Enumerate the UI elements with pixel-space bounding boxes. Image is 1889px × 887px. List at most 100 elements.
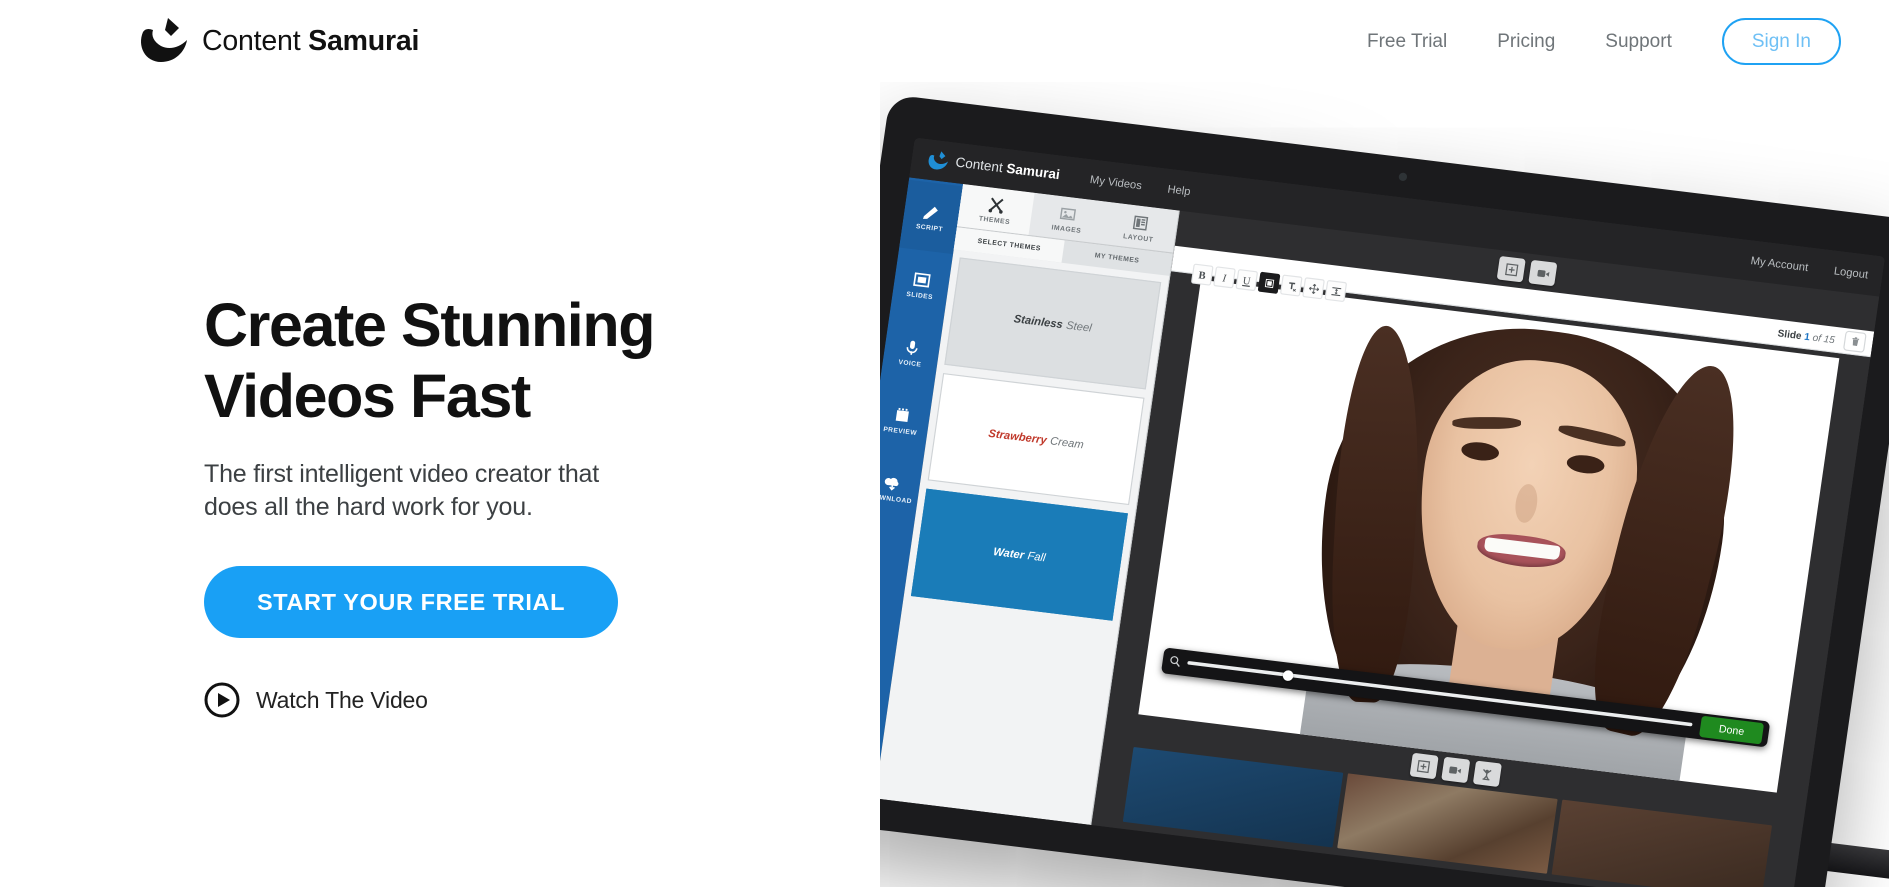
sidebar-label-script: SCRIPT [915, 222, 944, 234]
line-height-icon [1330, 286, 1341, 296]
video-camera-icon [1449, 765, 1462, 774]
app-logo[interactable]: Content Samurai [925, 149, 1061, 186]
pencil-icon [923, 206, 938, 219]
logo-word-bold: Samurai [308, 24, 420, 57]
app-screen: Content Samurai My Videos Help My Accoun… [880, 137, 1885, 887]
samurai-swoosh-icon [928, 151, 949, 170]
nav-pricing[interactable]: Pricing [1497, 32, 1555, 51]
editor-stage: Slide 1 of 15 B I U Done [1091, 210, 1880, 887]
headline-line-2: Videos Fast [204, 361, 531, 430]
eyebrow-left [1452, 416, 1521, 428]
theme-word-2: Cream [1049, 434, 1085, 452]
sidebar-label-download: DOWNLOAD [880, 492, 913, 506]
slide-canvas-area: B I U Done [1107, 263, 1871, 797]
italic-button[interactable]: I [1213, 266, 1236, 289]
add-image-button[interactable] [1496, 255, 1526, 283]
page-title: Create Stunning Videos Fast [204, 290, 824, 432]
text-color-icon [1264, 278, 1274, 288]
watch-video-link[interactable]: Watch The Video [204, 682, 824, 718]
slide-number: 1 [1803, 329, 1811, 343]
move-icon [1308, 283, 1319, 294]
theme-word-2: Fall [1026, 549, 1047, 565]
tab-label-themes: THEMES [978, 215, 1011, 227]
slides-grid-icon [913, 271, 931, 288]
magnifier-icon [1169, 656, 1180, 668]
tab-label-images: IMAGES [1050, 224, 1082, 236]
video-camera-icon [1536, 269, 1549, 277]
done-button[interactable]: Done [1698, 715, 1765, 745]
slide-canvas[interactable]: Done [1138, 279, 1840, 793]
subtitle-line-2: does all the hard work for you. [204, 492, 533, 521]
scissors-icon [988, 197, 1004, 214]
app-logo-word-bold: Samurai [1005, 162, 1061, 183]
nav-support[interactable]: Support [1605, 32, 1672, 51]
theme-card-stainless-steel[interactable]: Stainless Steel [944, 257, 1162, 390]
headline-line-1: Create Stunning [204, 291, 655, 359]
app-nav-help[interactable]: Help [1167, 183, 1192, 199]
app-topbar-right: My Account Logout [1724, 251, 1869, 281]
tab-themes[interactable]: THEMES [957, 184, 1036, 235]
laptop-mockup: Content Samurai My Videos Help My Accoun… [880, 60, 1889, 887]
slide-label: Slide [1777, 326, 1803, 341]
delete-slide-button[interactable] [1842, 330, 1867, 353]
preview-film-icon [895, 407, 910, 422]
theme-word-1: Stainless [1012, 312, 1064, 332]
theme-word-1: Strawberry [987, 426, 1048, 447]
hero-content: Create Stunning Videos Fast The first in… [204, 290, 824, 718]
tab-layout[interactable]: LAYOUT [1101, 202, 1179, 253]
move-button[interactable] [1302, 277, 1325, 300]
clear-format-button[interactable] [1279, 274, 1303, 297]
slide-total: of 15 [1811, 330, 1836, 346]
app-logo-text: Content Samurai [954, 156, 1060, 183]
line-height-button[interactable] [1324, 279, 1348, 303]
app-nav-logout[interactable]: Logout [1833, 264, 1869, 281]
start-free-trial-button[interactable]: START YOUR FREE TRIAL [204, 566, 618, 638]
cloud-download-icon [884, 477, 899, 491]
app-nav-my-account[interactable]: My Account [1750, 254, 1809, 274]
clear-format-icon [1288, 281, 1296, 292]
main-nav: Free Trial Pricing Support Sign In [1367, 17, 1841, 65]
hero-subtitle: The first intelligent video creator that… [204, 458, 824, 525]
theme-word-2: Steel [1065, 318, 1093, 335]
site-header: Content Samurai Free Trial Pricing Suppo… [0, 0, 1889, 82]
layout-icon [1132, 215, 1149, 231]
tab-label-layout: LAYOUT [1122, 233, 1154, 245]
app-body: SCRIPT SLIDES VOICE PREVIEW DOWNLOAD THE… [880, 177, 1880, 887]
subtitle-line-1: The first intelligent video creator that [204, 459, 599, 488]
tab-images[interactable]: IMAGES [1029, 193, 1107, 244]
site-logo[interactable]: Content Samurai [135, 11, 419, 71]
app-nav-my-videos[interactable]: My Videos [1089, 173, 1143, 192]
landing-page: Content Samurai Free Trial Pricing Suppo… [0, 0, 1889, 887]
add-video-button-bottom[interactable] [1440, 756, 1470, 784]
text-color-button[interactable] [1257, 271, 1281, 294]
theme-card-strawberry-cream[interactable]: Strawberry Cream [927, 372, 1145, 506]
sign-in-button[interactable]: Sign In [1721, 17, 1841, 65]
trash-icon [1851, 337, 1859, 346]
app-logo-word-regular: Content [954, 155, 1004, 176]
sidebar-item-voice[interactable]: VOICE [880, 315, 943, 389]
sidebar-label-slides: SLIDES [905, 290, 934, 301]
sidebar-label-preview: PREVIEW [882, 425, 918, 437]
sidebar-item-script[interactable]: SCRIPT [899, 179, 963, 255]
add-image-icon [1416, 759, 1431, 773]
logo-word-regular: Content [202, 24, 301, 57]
theme-word-1: Water [992, 545, 1025, 562]
nav-free-trial[interactable]: Free Trial [1367, 32, 1447, 51]
zoom-slider-handle[interactable] [1281, 669, 1295, 682]
add-image-button-bottom[interactable] [1408, 752, 1439, 780]
image-icon [1060, 207, 1077, 221]
theme-card-water-fall[interactable]: Water Fall [910, 488, 1128, 621]
slide-counter: Slide 1 of 15 [1777, 326, 1836, 345]
motion-figure-icon [1482, 768, 1492, 780]
microphone-icon [906, 340, 918, 355]
samurai-swoosh-icon [141, 18, 187, 62]
sidebar-item-slides[interactable]: SLIDES [889, 248, 953, 322]
laptop-body: Content Samurai My Videos Help My Accoun… [880, 94, 1889, 887]
site-logo-text: Content Samurai [202, 25, 419, 58]
bold-button[interactable]: B [1190, 263, 1214, 286]
underline-button[interactable]: U [1235, 268, 1259, 292]
add-video-button[interactable] [1528, 259, 1558, 287]
sidebar-label-voice: VOICE [897, 358, 922, 369]
add-image-icon [1504, 262, 1518, 276]
add-animation-button[interactable] [1472, 760, 1502, 787]
